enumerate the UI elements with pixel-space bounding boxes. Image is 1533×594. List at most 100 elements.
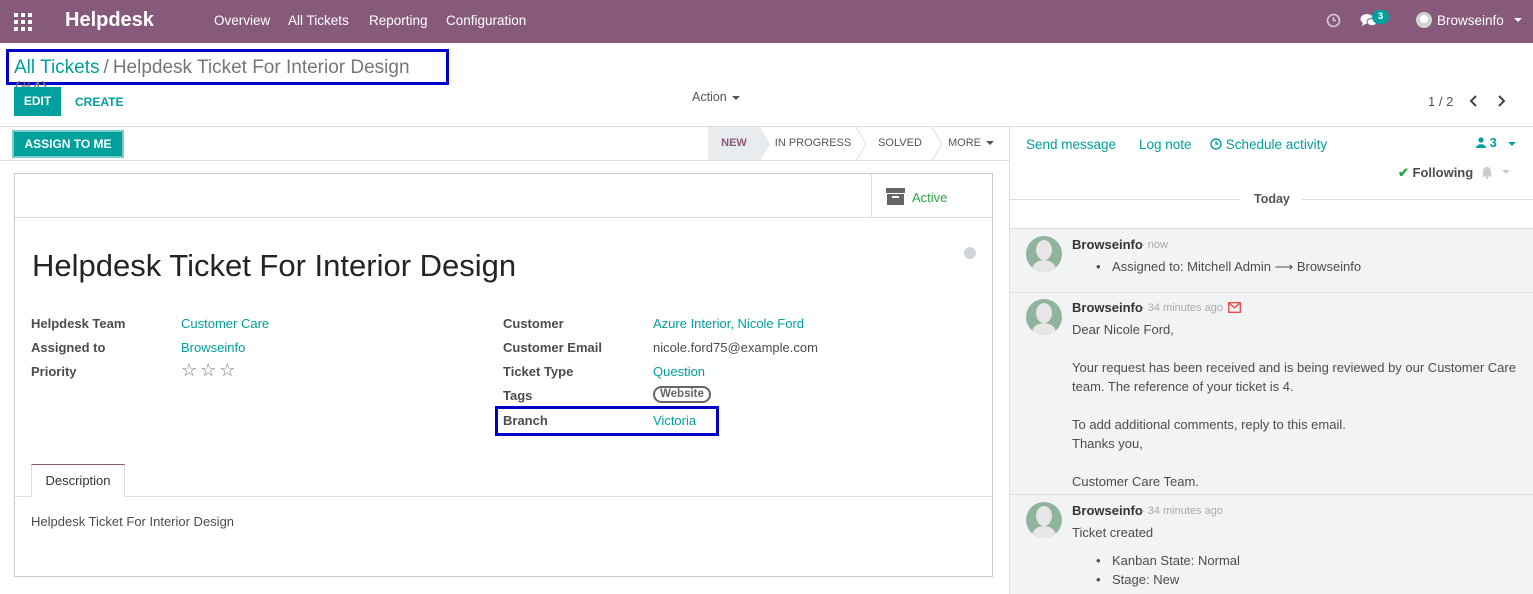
message-time: - now — [1141, 239, 1168, 251]
message-divider — [1010, 292, 1533, 293]
tracking-value: Stage: New — [1096, 572, 1179, 587]
customer-link[interactable]: Azure Interior, Nicole Ford — [653, 316, 804, 331]
active-toggle-button[interactable]: Active — [871, 174, 992, 218]
ticket-title: Helpdesk Ticket For Interior Design — [32, 248, 517, 283]
schedule-activity-button[interactable]: Schedule activity — [1210, 137, 1327, 152]
message-body-line: To add additional comments, reply to thi… — [1072, 417, 1346, 432]
message-divider — [1010, 228, 1533, 229]
active-label: Active — [912, 190, 948, 205]
label-tags: Tags — [503, 388, 533, 403]
top-navbar: Helpdesk Overview All Tickets Reporting … — [0, 0, 1533, 43]
app-brand[interactable]: Helpdesk — [65, 9, 154, 32]
bell-icon[interactable] — [1481, 166, 1493, 179]
stage-more-dropdown[interactable]: MORE — [945, 127, 997, 160]
stage-new[interactable]: NEW — [708, 127, 760, 160]
label-ticket-type: Ticket Type — [503, 364, 574, 379]
stage-separator — [856, 127, 866, 161]
label-customer: Customer — [503, 316, 564, 331]
message-time: - 34 minutes ago — [1141, 302, 1223, 314]
message-author[interactable]: Browseinfo — [1072, 503, 1143, 518]
clock-icon — [1210, 138, 1222, 150]
message-author[interactable]: Browseinfo — [1072, 300, 1143, 315]
menu-configuration[interactable]: Configuration — [446, 13, 526, 28]
message-body-line: Ticket created — [1072, 525, 1154, 540]
stage-solved[interactable]: SOLVED — [866, 127, 934, 160]
schedule-activity-label: Schedule activity — [1225, 137, 1328, 152]
chevron-down-icon — [1513, 18, 1522, 22]
followers-button[interactable]: 3 — [1476, 135, 1517, 150]
chevron-right-icon[interactable] — [1497, 95, 1507, 107]
chevron-down-icon[interactable] — [1502, 170, 1510, 174]
button-box: Active — [15, 174, 992, 218]
following-button[interactable]: ✔ Following — [1398, 165, 1473, 181]
chevron-down-icon — [1508, 141, 1517, 146]
label-customer-email: Customer Email — [503, 340, 602, 355]
action-label: Action — [692, 90, 727, 104]
message-body-line: Your request has been received and is be… — [1072, 360, 1516, 375]
stage-in-progress[interactable]: IN PROGRESS — [770, 127, 856, 160]
messages-badge: 3 — [1372, 10, 1389, 24]
kanban-state-dot[interactable] — [964, 247, 976, 259]
label-priority: Priority — [31, 364, 77, 379]
clock-icon[interactable] — [1326, 13, 1341, 28]
action-dropdown[interactable]: Action — [692, 90, 740, 104]
message-body-line: Dear Nicole Ford, — [1072, 322, 1174, 337]
label-helpdesk-team: Helpdesk Team — [31, 316, 126, 331]
user-avatar — [1416, 12, 1432, 28]
chevron-down-icon — [986, 141, 994, 146]
stage-arrow — [760, 127, 770, 161]
message-body-line: Thanks you, — [1072, 436, 1143, 451]
assign-to-me-button[interactable]: ASSIGN TO ME — [12, 130, 124, 158]
chevron-down-icon — [731, 95, 740, 100]
log-note-button[interactable]: Log note — [1139, 137, 1192, 152]
chevron-left-icon[interactable] — [1468, 95, 1478, 107]
stage-separator — [932, 127, 942, 161]
date-separator-line — [1302, 199, 1533, 200]
avatar[interactable] — [1026, 299, 1062, 335]
check-icon: ✔ — [1398, 165, 1409, 180]
breadcrumb-separator: / — [103, 57, 109, 78]
date-separator-line — [1010, 199, 1240, 200]
stage-more-label: MORE — [948, 137, 981, 149]
message-body-line: team. The reference of your ticket is 4. — [1072, 379, 1294, 394]
date-separator-today: Today — [1254, 192, 1290, 206]
user-menu[interactable]: Browseinfo — [1416, 12, 1522, 28]
menu-all-tickets[interactable]: All Tickets — [288, 13, 349, 28]
archive-icon — [886, 188, 905, 205]
pager: 1 / 2 — [1428, 94, 1453, 109]
assigned-to-link[interactable]: Browseinfo — [181, 340, 245, 355]
priority-stars[interactable]: ☆☆☆ — [181, 360, 238, 381]
form-sheet: Active Helpdesk Ticket For Interior Desi… — [14, 173, 993, 577]
notebook-tabs: Description — [15, 464, 992, 497]
following-label: Following — [1412, 165, 1474, 180]
apps-grid-icon[interactable] — [14, 13, 32, 31]
envelope-icon — [1228, 302, 1241, 313]
menu-reporting[interactable]: Reporting — [369, 13, 428, 28]
message-author[interactable]: Browseinfo — [1072, 237, 1143, 252]
send-message-button[interactable]: Send message — [1026, 137, 1116, 152]
pager-value: 1 / 2 — [1428, 94, 1454, 109]
helpdesk-team-link[interactable]: Customer Care — [181, 316, 269, 331]
description-text[interactable]: Helpdesk Ticket For Interior Design — [31, 514, 234, 529]
label-branch: Branch — [503, 413, 548, 428]
avatar[interactable] — [1026, 502, 1062, 538]
avatar[interactable] — [1026, 236, 1062, 272]
tab-description[interactable]: Description — [31, 464, 125, 497]
tracking-value: Kanban State: Normal — [1096, 553, 1240, 568]
edit-button[interactable]: EDIT — [14, 87, 61, 116]
branch-link[interactable]: Victoria — [653, 413, 696, 428]
create-button[interactable]: CREATE — [75, 95, 123, 109]
customer-email-value: nicole.ford75@example.com — [653, 340, 818, 355]
user-icon — [1476, 137, 1486, 148]
message-time: - 34 minutes ago — [1141, 505, 1223, 517]
breadcrumb: All Tickets / Helpdesk Ticket For Interior… — [6, 49, 449, 100]
label-assigned-to: Assigned to — [31, 340, 106, 355]
user-name: Browseinfo — [1437, 12, 1504, 28]
tag-badge[interactable]: Website — [653, 386, 711, 403]
message-body-line: Customer Care Team. — [1072, 474, 1199, 489]
message-divider — [1010, 494, 1533, 495]
breadcrumb-all-tickets[interactable]: All Tickets — [14, 57, 100, 78]
ticket-type-link[interactable]: Question — [653, 364, 705, 379]
followers-count: 3 — [1489, 135, 1497, 150]
menu-overview[interactable]: Overview — [214, 13, 270, 28]
